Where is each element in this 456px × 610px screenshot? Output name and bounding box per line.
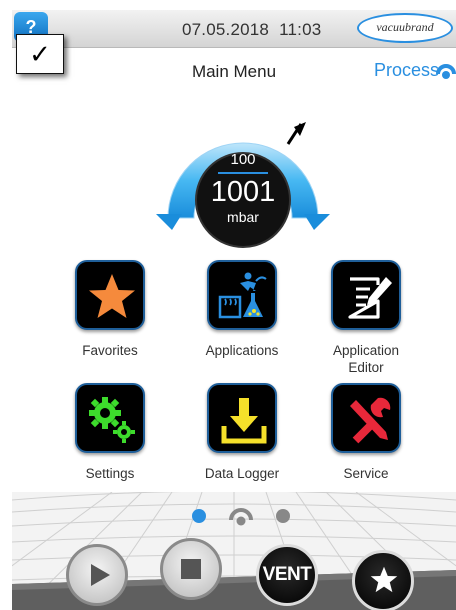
star-icon (370, 566, 398, 593)
date-time: 07.05.2018 11:03 (182, 20, 321, 40)
gauge-unit: mbar (227, 209, 259, 225)
app-label: Application Editor (332, 343, 400, 375)
app-label: Applications (205, 343, 279, 358)
check-overlay[interactable]: ✓ (16, 34, 64, 74)
applications-tile[interactable] (207, 260, 277, 330)
favorites-tile[interactable] (75, 260, 145, 330)
settings-tile[interactable] (75, 383, 145, 453)
stop-button[interactable] (160, 538, 222, 600)
app-data-logger[interactable]: Data Logger (182, 383, 302, 482)
service-tile[interactable] (331, 383, 401, 453)
process-page-icon[interactable] (228, 504, 254, 526)
time-text: 11:03 (279, 20, 322, 39)
app-label: Favorites (82, 343, 138, 358)
gauge-right-marker (304, 214, 330, 230)
app-application-editor[interactable]: Application Editor (306, 260, 426, 376)
status-bar: ? 07.05.2018 11:03 vacuubrand (12, 10, 456, 48)
page-indicator (188, 504, 308, 528)
vent-label: VENT (262, 564, 312, 585)
date-text: 07.05.2018 (182, 20, 270, 39)
gauge-divider (218, 172, 268, 174)
page-dot[interactable] (276, 509, 290, 523)
data-logger-tile[interactable] (207, 383, 277, 453)
app-label: Settings (85, 466, 135, 481)
app-service[interactable]: Service (306, 383, 426, 482)
process-icon[interactable] (436, 62, 456, 82)
gauge-setpoint: 100 (230, 151, 256, 168)
app-favorites[interactable]: Favorites (50, 260, 170, 359)
edit-document-icon (348, 277, 392, 319)
stop-icon (181, 559, 201, 579)
app-label: Service (343, 466, 389, 481)
app-applications[interactable]: Applications (182, 260, 302, 359)
gauge-value: 1001 (210, 176, 276, 208)
play-button[interactable] (66, 544, 128, 606)
brand-logo: vacuubrand (357, 13, 453, 43)
applications-icon (218, 272, 267, 319)
app-label: Data Logger (204, 466, 280, 481)
download-icon (221, 398, 267, 444)
vent-button[interactable]: VENT (256, 544, 318, 606)
tools-icon (350, 397, 391, 444)
gauge-readout: 100 1001 mbar (197, 150, 289, 226)
application-editor-tile[interactable] (331, 260, 401, 330)
gears-icon (89, 397, 135, 443)
star-icon (89, 274, 135, 318)
play-icon (91, 564, 110, 586)
gauge-left-marker (156, 214, 182, 230)
device-screen: ? 07.05.2018 11:03 vacuubrand Main Menu P… (12, 10, 456, 610)
page-dot-active[interactable] (192, 509, 206, 523)
favorite-button[interactable] (352, 550, 414, 610)
process-button[interactable]: Process (374, 60, 439, 81)
app-settings[interactable]: Settings (50, 383, 170, 482)
